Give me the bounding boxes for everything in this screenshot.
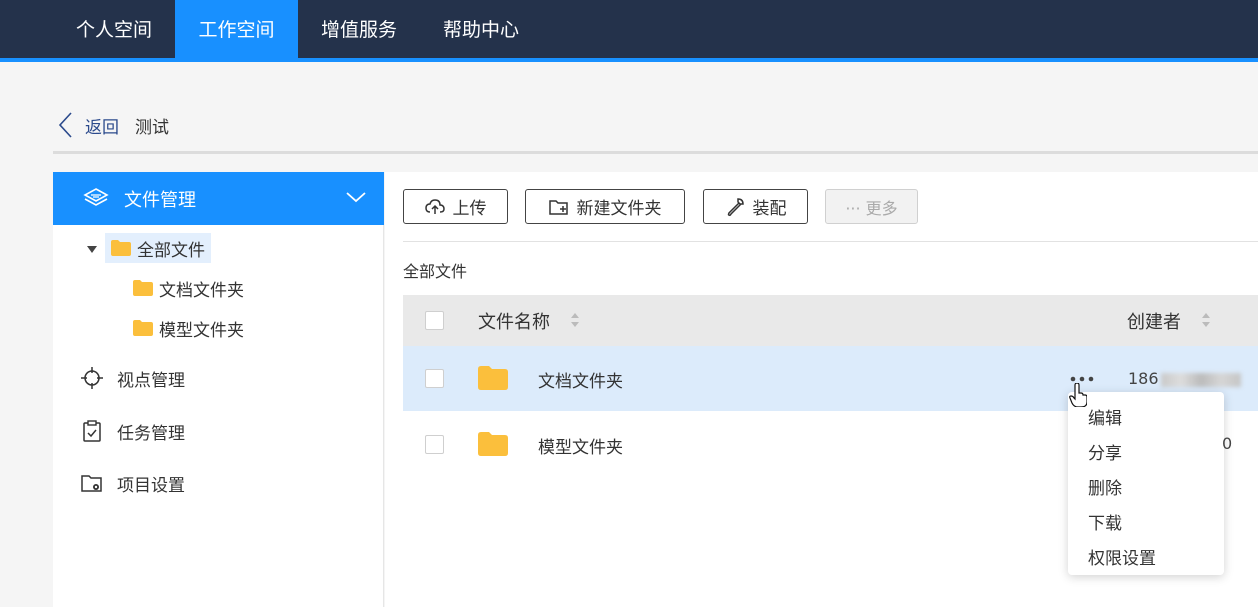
wrench-icon <box>727 197 744 216</box>
nav-accent-bar <box>0 58 1258 62</box>
hand-pointer-icon <box>1069 383 1087 407</box>
sidebar-item-label: 任务管理 <box>117 423 185 444</box>
tree-node-label: 全部文件 <box>137 240 205 261</box>
column-header-creator[interactable]: 创建者 <box>1127 308 1181 334</box>
folder-icon <box>478 432 508 456</box>
breadcrumb-current: 测试 <box>135 117 169 138</box>
more-button-label: ··· 更多 <box>845 198 898 218</box>
sidebar-item-task-management[interactable]: 任务管理 <box>81 416 185 446</box>
tree-node-documents-folder[interactable]: 文档文件夹 <box>133 273 244 303</box>
sidebar-item-project-settings[interactable]: 项目设置 <box>81 468 185 498</box>
creator-text: 186 <box>1128 369 1159 388</box>
cloud-upload-icon <box>424 198 445 214</box>
creator-cell: 186 <box>1128 369 1241 388</box>
assemble-button-label: 装配 <box>752 199 787 219</box>
folder-plus-icon <box>548 199 568 215</box>
folder-icon <box>111 240 131 256</box>
tab-help-center[interactable]: 帮助中心 <box>420 0 542 58</box>
caret-down-icon[interactable] <box>87 246 97 254</box>
folder-settings-icon <box>81 475 102 492</box>
more-button[interactable]: ··· 更多 <box>825 189 918 224</box>
menu-item-delete[interactable]: 删除 <box>1088 474 1122 499</box>
new-folder-button-label: 新建文件夹 <box>576 199 662 219</box>
row-checkbox[interactable] <box>425 369 444 388</box>
new-folder-button[interactable]: 新建文件夹 <box>525 189 685 224</box>
context-menu: 编辑 分享 删除 下载 权限设置 <box>1068 392 1224 575</box>
sidebar-item-label: 项目设置 <box>117 475 185 496</box>
menu-item-edit[interactable]: 编辑 <box>1088 404 1122 429</box>
folder-icon <box>133 320 153 336</box>
tree-node-label: 模型文件夹 <box>159 320 244 341</box>
breadcrumb: 返回 测试 <box>53 108 169 142</box>
sidebar: 文件管理 全部文件 文档文件夹 模型文件夹 视点管理 任务管理 项目设置 <box>53 172 384 607</box>
tab-personal-space[interactable]: 个人空间 <box>53 0 175 58</box>
chevron-left-icon[interactable] <box>53 110 77 140</box>
menu-item-download[interactable]: 下载 <box>1088 509 1122 534</box>
menu-item-permissions[interactable]: 权限设置 <box>1088 544 1156 569</box>
folder-icon <box>133 280 153 296</box>
redacted-mask <box>1160 372 1241 387</box>
assemble-button[interactable]: 装配 <box>703 189 808 224</box>
top-nav: 个人空间 工作空间 增值服务 帮助中心 <box>0 0 1258 62</box>
upload-button[interactable]: 上传 <box>403 189 508 224</box>
column-header-name[interactable]: 文件名称 <box>478 308 550 334</box>
sidebar-item-label: 视点管理 <box>117 370 185 391</box>
sidebar-header-label: 文件管理 <box>124 190 196 211</box>
sidebar-item-file-management[interactable]: 文件管理 <box>53 172 384 225</box>
current-path: 全部文件 <box>403 262 468 281</box>
tree-node-models-folder[interactable]: 模型文件夹 <box>133 313 244 343</box>
folder-icon <box>478 366 508 390</box>
select-all-checkbox[interactable] <box>425 311 444 330</box>
row-checkbox[interactable] <box>425 435 444 454</box>
tab-work-space[interactable]: 工作空间 <box>175 0 298 58</box>
tree-node-all-files[interactable]: 全部文件 <box>105 233 211 263</box>
tree-node-label: 文档文件夹 <box>159 280 244 301</box>
toolbar-divider <box>403 241 1258 242</box>
layers-icon <box>83 188 109 206</box>
clipboard-check-icon <box>83 420 101 442</box>
back-link[interactable]: 返回 <box>85 113 119 138</box>
menu-item-share[interactable]: 分享 <box>1088 439 1122 464</box>
sidebar-item-viewpoint-management[interactable]: 视点管理 <box>81 363 185 393</box>
file-name[interactable]: 文档文件夹 <box>538 367 623 392</box>
sort-icon[interactable] <box>1201 312 1211 328</box>
table-header: 文件名称 创建者 <box>403 295 1258 346</box>
truncated-cell-text: 0 <box>1222 434 1233 453</box>
chevron-down-icon[interactable] <box>345 190 367 204</box>
file-name[interactable]: 模型文件夹 <box>538 433 623 458</box>
sort-icon[interactable] <box>570 312 580 328</box>
crosshair-icon <box>81 367 103 389</box>
upload-button-label: 上传 <box>452 199 487 219</box>
tab-value-added-services[interactable]: 增值服务 <box>298 0 420 58</box>
breadcrumb-divider <box>53 151 1258 154</box>
